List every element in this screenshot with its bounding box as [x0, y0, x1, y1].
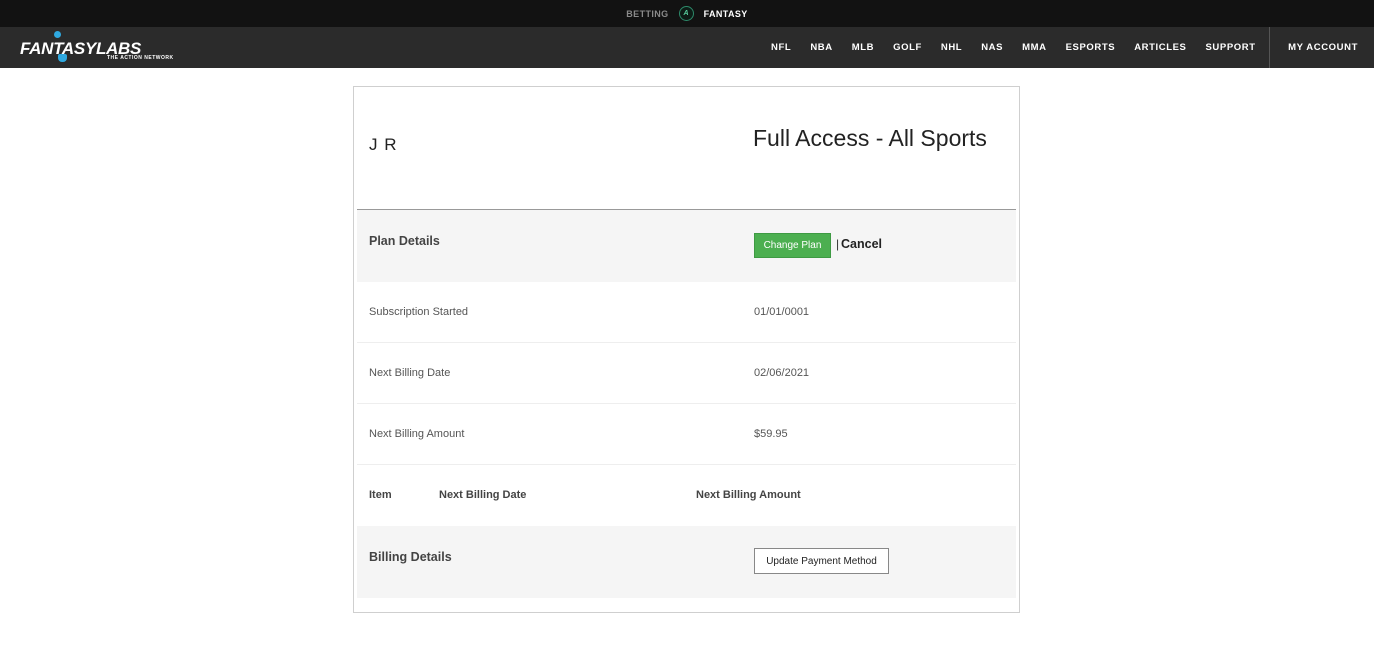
row-label: Subscription Started	[369, 306, 469, 318]
items-table-header: Item Next Billing Date Next Billing Amou…	[357, 465, 1016, 526]
nav-item-golf[interactable]: GOLF	[884, 27, 932, 68]
row-label: Next Billing Date	[369, 367, 451, 379]
row-label: Next Billing Amount	[369, 428, 465, 440]
plan-name: Full Access - All Sports	[753, 125, 987, 151]
update-payment-method-button[interactable]: Update Payment Method	[754, 548, 889, 574]
flask-bubble-icon	[54, 31, 61, 38]
user-name: J R	[369, 135, 398, 154]
nav-item-nhl[interactable]: NHL	[931, 27, 971, 68]
row-value: 02/06/2021	[754, 367, 810, 379]
betting-link[interactable]: BETTING	[626, 9, 668, 19]
header-next-billing-amount: Next Billing Amount	[696, 489, 801, 501]
nav-item-mma[interactable]: MMA	[1013, 27, 1057, 68]
nav-item-mlb[interactable]: MLB	[842, 27, 883, 68]
plan-details-label: Plan Details	[369, 234, 440, 248]
nav-item-esports[interactable]: ESPORTS	[1056, 27, 1125, 68]
account-card: J R Full Access - All Sports Plan Detail…	[353, 86, 1020, 613]
nav-item-my-account[interactable]: MY ACCOUNT	[1269, 27, 1374, 68]
nav-menu: NFL NBA MLB GOLF NHL NAS MMA ESPORTS ART…	[762, 27, 1374, 68]
next-billing-date-row: Next Billing Date 02/06/2021	[357, 343, 1016, 404]
change-plan-button[interactable]: Change Plan	[754, 233, 831, 258]
header-next-billing-date: Next Billing Date	[439, 489, 527, 501]
row-value: $59.95	[754, 428, 788, 440]
action-network-icon[interactable]: A	[678, 6, 694, 21]
nav-item-nba[interactable]: NBA	[801, 27, 842, 68]
fantasy-link[interactable]: FANTASY	[704, 9, 748, 19]
nav-item-nfl[interactable]: NFL	[762, 27, 801, 68]
billing-details-row: Billing Details Update Payment Method	[357, 526, 1016, 598]
logo-subtitle: THE ACTION NETWORK	[107, 55, 174, 61]
main-navbar: FANTASYLABS THE ACTION NETWORK NFL NBA M…	[0, 27, 1374, 68]
fantasylabs-logo[interactable]: FANTASYLABS THE ACTION NETWORK	[20, 30, 173, 64]
nav-item-nas[interactable]: NAS	[972, 27, 1013, 68]
separator: |	[836, 237, 840, 251]
top-site-switcher: BETTING A FANTASY	[0, 0, 1374, 27]
cancel-link[interactable]: Cancel	[841, 237, 882, 251]
billing-details-label: Billing Details	[369, 550, 452, 564]
row-value: 01/01/0001	[754, 306, 810, 318]
next-billing-amount-row: Next Billing Amount $59.95	[357, 404, 1016, 465]
flask-icon	[58, 54, 67, 62]
plan-details-row: Plan Details Change Plan | Cancel	[357, 209, 1016, 282]
subscription-started-row: Subscription Started 01/01/0001	[357, 282, 1016, 343]
nav-item-support[interactable]: SUPPORT	[1196, 27, 1265, 68]
header-item: Item	[369, 489, 392, 501]
nav-item-articles[interactable]: ARTICLES	[1125, 27, 1196, 68]
